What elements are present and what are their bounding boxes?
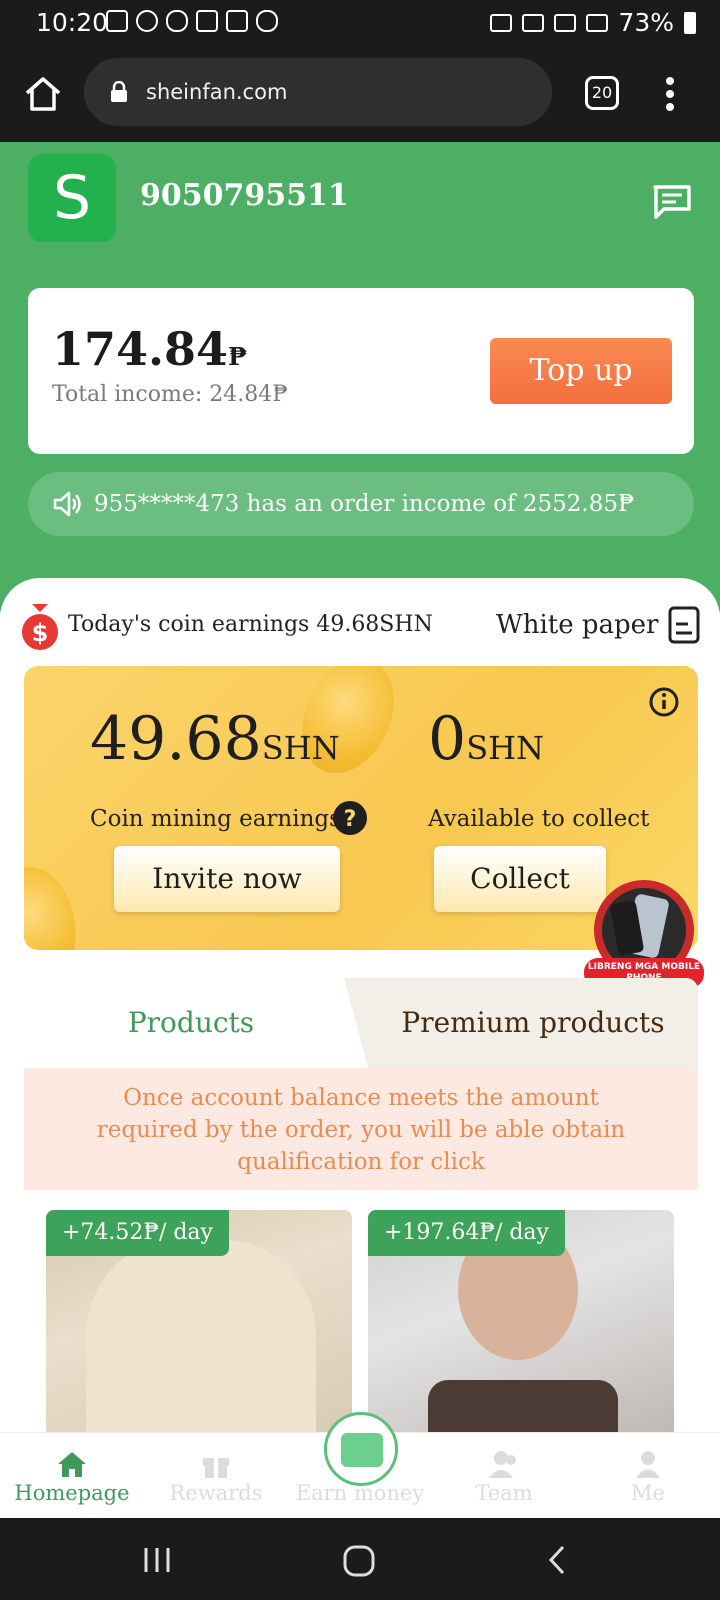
main-panel: $ Today's coin earnings 49.68SHN White p… xyxy=(0,578,720,1440)
svg-text:$: $ xyxy=(32,619,49,647)
home-icon[interactable] xyxy=(24,76,62,112)
system-navigation-bar xyxy=(0,1518,720,1600)
shield-icon xyxy=(226,10,248,32)
nav-rewards[interactable]: Rewards xyxy=(144,1433,288,1519)
shield-icon xyxy=(196,10,218,32)
tab-products[interactable]: Products xyxy=(24,978,368,1068)
message-icon[interactable] xyxy=(652,184,692,220)
product-image xyxy=(86,1240,316,1440)
coin-earnings-row: $ Today's coin earnings 49.68SHN White p… xyxy=(20,600,700,656)
nav-label: Team xyxy=(475,1481,533,1505)
mining-earnings-label: Coin mining earnings xyxy=(90,806,341,832)
battery-icon xyxy=(684,11,696,34)
status-time: 10:20 xyxy=(36,8,109,37)
wallet-icon xyxy=(341,1433,383,1467)
available-value-unit: SHN xyxy=(466,729,545,767)
balance-card: 174.84₱ Total income: 24.84₱ Top up xyxy=(28,288,694,454)
help-icon[interactable]: ? xyxy=(332,800,368,836)
mining-value-number: 49.68 xyxy=(90,704,262,774)
product-grid: +74.52₱/ day +197.64₱/ day xyxy=(24,1190,698,1440)
mining-earnings-value: 49.68SHN xyxy=(90,704,340,774)
signal-icon xyxy=(586,13,609,32)
coin-decoration xyxy=(24,858,88,950)
url-text: sheinfan.com xyxy=(146,80,288,104)
system-icons: 73% xyxy=(490,8,696,37)
invite-now-button[interactable]: Invite now xyxy=(114,846,340,912)
white-paper-link[interactable]: White paper xyxy=(496,610,659,640)
cloud-icon xyxy=(256,10,278,32)
lock-icon xyxy=(111,81,127,102)
collect-button[interactable]: Collect xyxy=(434,846,606,912)
speaker-icon xyxy=(53,491,81,517)
browser-toolbar: sheinfan.com 20 xyxy=(0,46,720,142)
team-icon xyxy=(489,1451,516,1478)
product-image xyxy=(428,1380,618,1440)
nav-label: Homepage xyxy=(14,1481,130,1505)
notification-icon xyxy=(136,10,158,32)
wifi-icon xyxy=(554,13,577,32)
available-value-number: 0 xyxy=(428,704,467,774)
product-tabs: Products Premium products xyxy=(24,978,698,1068)
ticker-text: 955*****473 has an order income of 2552.… xyxy=(94,491,635,517)
nav-label: Me xyxy=(631,1481,665,1505)
earn-money-button[interactable] xyxy=(324,1412,398,1486)
battery-text: 73% xyxy=(618,8,674,37)
tab-switcher-button[interactable]: 20 xyxy=(585,76,619,110)
status-bar: 10:20 73% xyxy=(0,0,720,46)
product-card[interactable]: +197.64₱/ day xyxy=(368,1210,674,1440)
total-income: Total income: 24.84₱ xyxy=(52,382,288,407)
url-bar[interactable]: sheinfan.com xyxy=(84,58,552,126)
available-label: Available to collect xyxy=(428,806,650,832)
info-icon[interactable] xyxy=(648,686,680,718)
nav-homepage[interactable]: Homepage xyxy=(0,1433,144,1519)
account-phone: 9050795511 xyxy=(140,178,349,213)
announcement-ticker: 955*****473 has an order income of 2552.… xyxy=(28,472,694,536)
svg-text:?: ? xyxy=(344,807,357,832)
nav-team[interactable]: Team xyxy=(432,1433,576,1519)
available-value: 0SHN xyxy=(428,704,544,774)
mute-icon xyxy=(522,13,545,32)
avatar[interactable]: S xyxy=(28,154,116,242)
top-up-button[interactable]: Top up xyxy=(490,338,672,404)
nav-label: Rewards xyxy=(169,1481,263,1505)
product-rate: +74.52₱/ day xyxy=(46,1210,229,1256)
balance-currency: ₱ xyxy=(228,342,248,371)
back-icon[interactable] xyxy=(546,1544,568,1576)
nav-me[interactable]: Me xyxy=(576,1433,720,1519)
user-icon xyxy=(636,1451,660,1478)
notification-icon xyxy=(106,10,128,32)
tab-premium-products[interactable]: Premium products xyxy=(368,978,698,1068)
today-coin-earnings: Today's coin earnings 49.68SHN xyxy=(68,612,433,637)
balance-value: 174.84 xyxy=(52,322,229,376)
gift-icon xyxy=(203,1458,229,1478)
product-card[interactable]: +74.52₱/ day xyxy=(46,1210,352,1440)
home-icon xyxy=(58,1452,86,1477)
account-header: S 9050795511 174.84₱ Total income: 24.84… xyxy=(0,142,720,612)
mining-value-unit: SHN xyxy=(261,729,340,767)
document-icon[interactable] xyxy=(668,606,700,644)
product-rate: +197.64₱/ day xyxy=(368,1210,565,1256)
notification-icons xyxy=(106,10,278,32)
qualification-notice: Once account balance meets the amount re… xyxy=(24,1068,698,1190)
home-button-icon[interactable] xyxy=(342,1544,376,1578)
key-icon xyxy=(490,13,513,32)
cloud-icon xyxy=(166,10,188,32)
more-options-icon[interactable] xyxy=(664,76,676,112)
money-bag-icon: $ xyxy=(22,604,58,650)
recent-apps-icon[interactable] xyxy=(142,1546,172,1574)
balance-amount: 174.84₱ xyxy=(52,322,247,376)
